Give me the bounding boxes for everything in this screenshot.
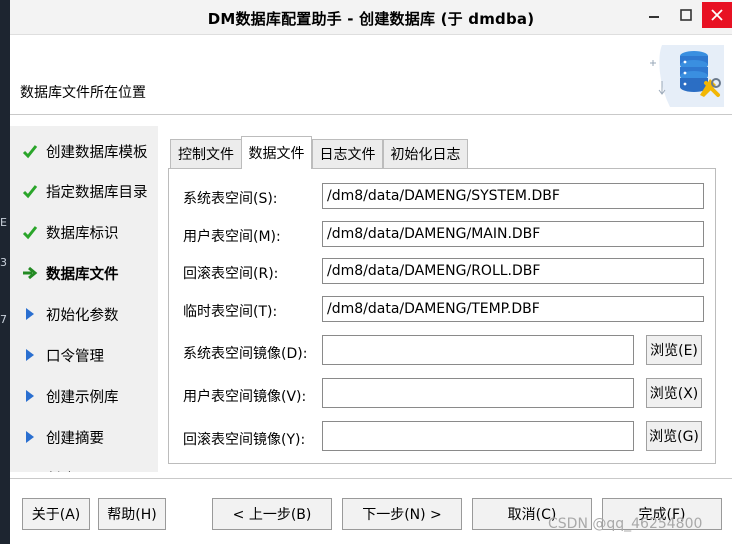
- desktop-edge-char: E: [0, 216, 7, 229]
- minimize-button[interactable]: [638, 2, 670, 28]
- window-title: DM数据库配置助手 - 创建数据库 (于 dmdba): [207, 10, 535, 28]
- temp-tablespace-label: 临时表空间(T):: [183, 304, 278, 320]
- arrow-right-icon: [22, 263, 44, 283]
- close-button[interactable]: [702, 2, 732, 28]
- step-db-identity: 数据库标识: [22, 218, 119, 246]
- maximize-button[interactable]: [670, 2, 702, 28]
- next-button[interactable]: 下一步(N) >: [342, 498, 462, 530]
- help-button[interactable]: 帮助(H): [98, 498, 166, 530]
- browse-rollback-mirror-button[interactable]: 浏览(G): [646, 421, 702, 451]
- step-label: 创建数据库模板: [46, 144, 148, 161]
- about-button[interactable]: 关于(A): [22, 498, 90, 530]
- step-label: 口令管理: [46, 348, 104, 365]
- tab-control-file[interactable]: 控制文件: [170, 139, 242, 168]
- user-mirror-input[interactable]: [322, 378, 634, 408]
- page-title: 数据库文件所在位置: [20, 85, 146, 101]
- minimize-icon: [649, 16, 659, 18]
- step-summary: 创建摘要: [22, 423, 104, 451]
- desktop-edge-char: 3: [0, 256, 7, 269]
- desktop-edge-char: 7: [0, 313, 7, 326]
- system-mirror-input[interactable]: [322, 335, 634, 365]
- triangle-right-icon: [22, 304, 44, 324]
- page-header: 数据库文件所在位置: [10, 35, 732, 113]
- watermark: CSDN @qq_46254800: [548, 516, 703, 532]
- step-sample-db: 创建示例库: [22, 382, 119, 410]
- step-label: 创建示例库: [46, 389, 119, 406]
- wizard-steps: 创建数据库模板 指定数据库目录 数据库标识 数据库文件 初始化参数 口令管理 创…: [10, 126, 158, 472]
- triangle-right-icon: [22, 386, 44, 406]
- close-icon: [711, 9, 723, 21]
- step-create-template: 创建数据库模板: [22, 137, 148, 165]
- tab-init-log[interactable]: 初始化日志: [383, 139, 468, 168]
- triangle-right-icon: [22, 345, 44, 365]
- maximize-icon: [680, 9, 692, 21]
- step-label: 初始化参数: [46, 307, 119, 324]
- user-tablespace-label: 用户表空间(M):: [183, 229, 281, 245]
- browse-system-mirror-button[interactable]: 浏览(E): [646, 335, 702, 365]
- temp-tablespace-input[interactable]: [322, 296, 704, 322]
- tab-log-file[interactable]: 日志文件: [312, 139, 383, 168]
- triangle-right-icon: [22, 427, 44, 447]
- header-divider: [10, 114, 732, 115]
- step-label: 数据库文件: [46, 266, 119, 283]
- footer-divider: [10, 478, 732, 479]
- rollback-tablespace-input[interactable]: [322, 258, 704, 284]
- system-tablespace-input[interactable]: [322, 183, 704, 209]
- step-password: 口令管理: [22, 341, 104, 369]
- rollback-mirror-label: 回滚表空间镜像(Y):: [183, 432, 306, 448]
- desktop-edge: E 3 7: [0, 0, 10, 544]
- triangle-right-icon: [22, 468, 44, 472]
- dm-config-window: DM数据库配置助手 - 创建数据库 (于 dmdba) 数据库文件所在位置 创建…: [10, 0, 732, 544]
- step-db-files: 数据库文件: [22, 259, 119, 287]
- check-icon: [22, 141, 44, 161]
- title-bar[interactable]: DM数据库配置助手 - 创建数据库 (于 dmdba): [10, 0, 732, 35]
- database-logo-icon: [650, 45, 724, 107]
- data-file-panel: 系统表空间(S): 用户表空间(M): 回滚表空间(R): 临时表空间(T): …: [168, 168, 716, 464]
- step-label: 创建摘要: [46, 430, 104, 447]
- system-tablespace-label: 系统表空间(S):: [183, 191, 278, 207]
- rollback-mirror-input[interactable]: [322, 421, 634, 451]
- step-init-params: 初始化参数: [22, 300, 119, 328]
- browse-user-mirror-button[interactable]: 浏览(X): [646, 378, 702, 408]
- system-mirror-label: 系统表空间镜像(D):: [183, 346, 308, 362]
- previous-button[interactable]: < 上一步(B): [212, 498, 332, 530]
- step-label: 数据库标识: [46, 225, 119, 242]
- user-tablespace-input[interactable]: [322, 221, 704, 247]
- step-label: 创建: [46, 468, 75, 473]
- step-label: 指定数据库目录: [46, 184, 148, 201]
- tab-data-file[interactable]: 数据文件: [241, 136, 312, 169]
- user-mirror-label: 用户表空间镜像(V):: [183, 389, 307, 405]
- check-icon: [22, 222, 44, 242]
- step-db-directory: 指定数据库目录: [22, 177, 148, 205]
- check-icon: [22, 181, 44, 201]
- rollback-tablespace-label: 回滚表空间(R):: [183, 266, 279, 282]
- step-create: 创建: [22, 464, 75, 473]
